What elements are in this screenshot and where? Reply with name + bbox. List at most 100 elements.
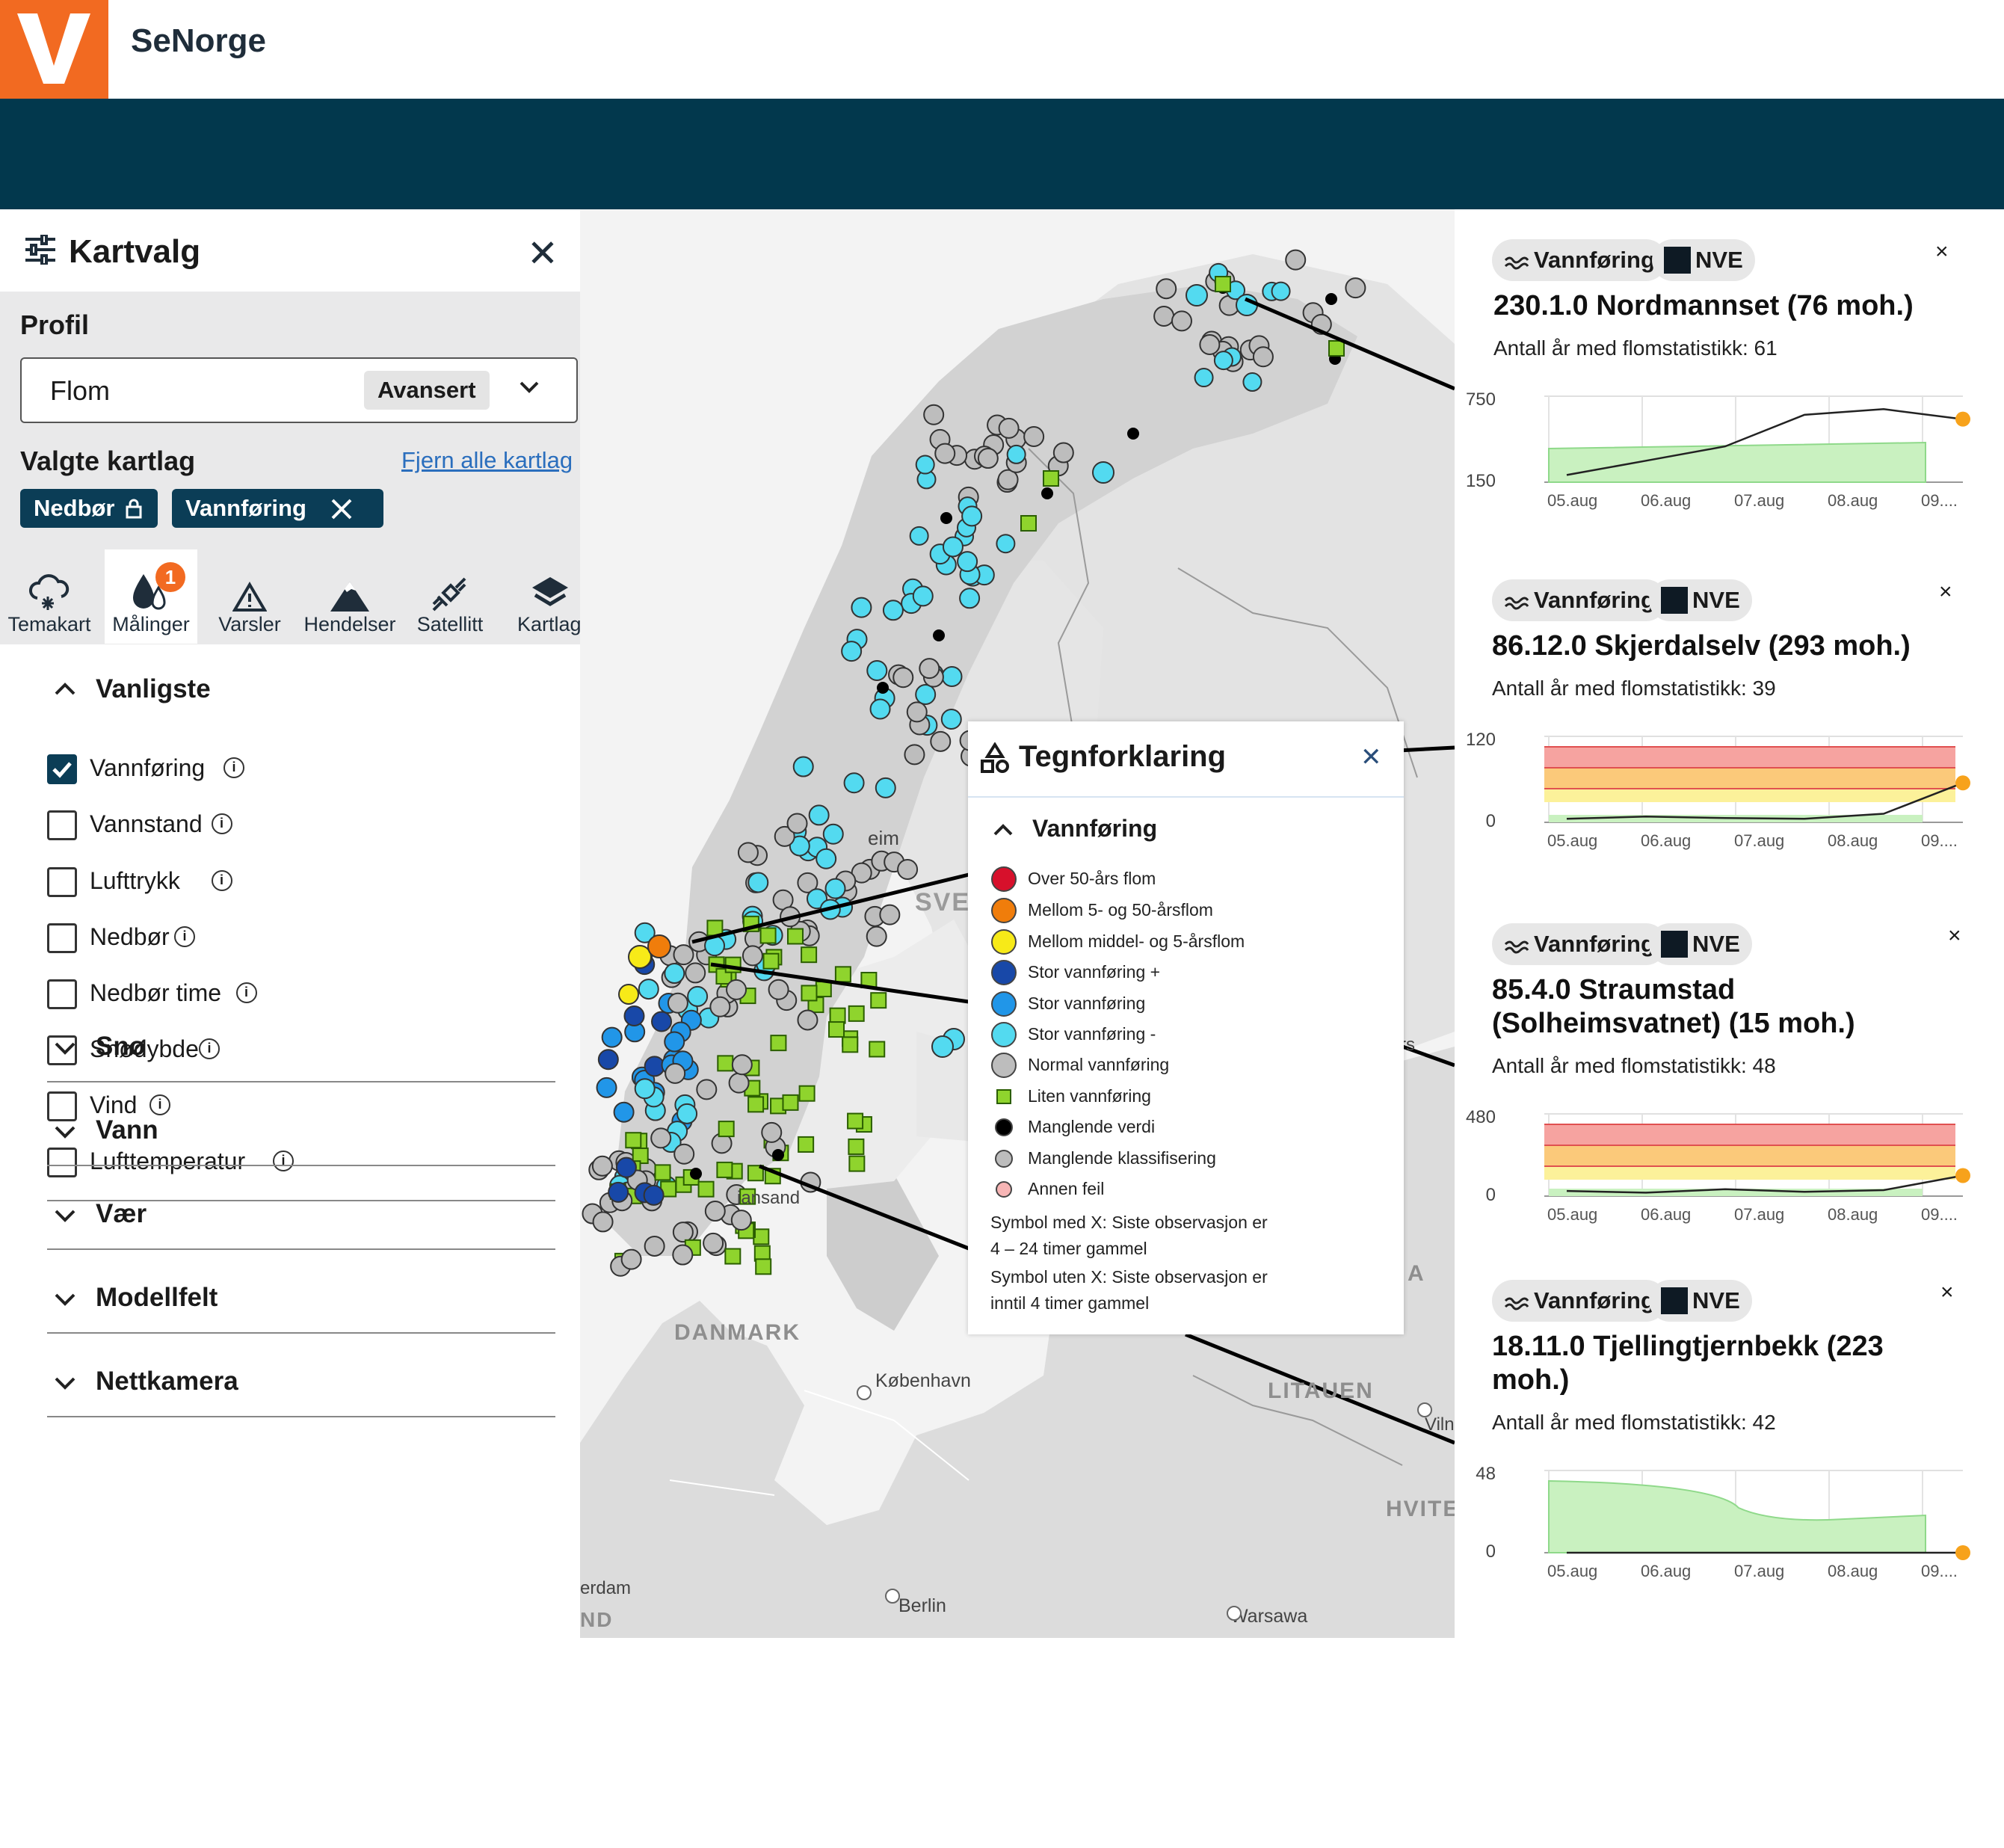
station-marker-liten[interactable] bbox=[718, 1121, 735, 1138]
station-marker-liten[interactable] bbox=[724, 1248, 742, 1265]
station-marker[interactable] bbox=[841, 641, 863, 662]
station-marker[interactable] bbox=[731, 1054, 753, 1076]
station-marker[interactable] bbox=[1285, 249, 1307, 271]
close-icon[interactable]: ✕ bbox=[527, 232, 558, 275]
section-2[interactable]: Vær bbox=[54, 1199, 555, 1232]
station-marker[interactable] bbox=[1194, 368, 1214, 388]
station-marker[interactable] bbox=[601, 1026, 623, 1048]
station-marker[interactable] bbox=[909, 526, 929, 546]
station-marker-liten[interactable] bbox=[801, 946, 818, 964]
station-marker[interactable] bbox=[786, 813, 808, 834]
station-marker[interactable] bbox=[696, 1079, 718, 1100]
info-icon[interactable]: i bbox=[273, 1151, 294, 1171]
station-marker[interactable] bbox=[866, 925, 887, 947]
station-marker-liten[interactable] bbox=[801, 985, 818, 1002]
station-marker[interactable] bbox=[704, 1201, 726, 1222]
station-marker[interactable] bbox=[673, 1143, 695, 1165]
station-marker[interactable] bbox=[623, 1005, 645, 1026]
station-marker[interactable] bbox=[961, 505, 983, 527]
station-marker[interactable] bbox=[942, 536, 964, 558]
station-marker-missing[interactable] bbox=[940, 512, 952, 524]
station-marker[interactable] bbox=[792, 756, 814, 777]
station-marker-liten[interactable] bbox=[828, 1021, 845, 1038]
station-marker[interactable] bbox=[1023, 425, 1045, 447]
station-marker[interactable] bbox=[730, 1210, 752, 1231]
info-icon[interactable]: i bbox=[211, 870, 232, 891]
station-marker-liten[interactable] bbox=[798, 1085, 816, 1102]
station-marker[interactable] bbox=[797, 1009, 818, 1031]
station-marker[interactable] bbox=[923, 404, 945, 425]
station-marker[interactable] bbox=[869, 698, 891, 720]
option-row[interactable]: Nedbør i bbox=[47, 922, 496, 955]
station-marker-liten[interactable] bbox=[798, 1136, 815, 1153]
info-icon[interactable]: i bbox=[235, 982, 257, 1003]
station-marker-yellow[interactable] bbox=[618, 984, 639, 1005]
section-0[interactable]: Snø bbox=[54, 1032, 555, 1065]
station-marker[interactable] bbox=[808, 804, 830, 826]
close-icon[interactable]: × bbox=[1948, 923, 1961, 949]
station-marker-liten[interactable] bbox=[829, 1007, 846, 1024]
station-marker[interactable] bbox=[1271, 281, 1291, 301]
station-marker[interactable] bbox=[1186, 284, 1208, 307]
station-marker-liten[interactable] bbox=[869, 1041, 886, 1058]
tab-hendelser[interactable]: Hendelser bbox=[302, 561, 398, 636]
station-marker-liten[interactable] bbox=[1215, 276, 1231, 292]
info-icon[interactable]: i bbox=[149, 1094, 170, 1115]
station-marker-missing[interactable] bbox=[1127, 428, 1139, 440]
station-marker[interactable] bbox=[879, 904, 901, 925]
station-marker[interactable] bbox=[816, 848, 837, 869]
station-marker-liten[interactable] bbox=[1043, 470, 1059, 487]
station-marker-missing[interactable] bbox=[933, 629, 945, 641]
station-marker[interactable] bbox=[615, 1156, 637, 1178]
station-marker-missing[interactable] bbox=[772, 1149, 784, 1161]
close-icon[interactable]: × bbox=[1940, 1280, 1954, 1305]
checkbox[interactable] bbox=[47, 979, 77, 1009]
logo[interactable] bbox=[0, 0, 108, 99]
station-marker[interactable] bbox=[667, 992, 688, 1014]
checkbox[interactable] bbox=[47, 810, 77, 840]
station-marker[interactable] bbox=[687, 985, 709, 1007]
tab-kartlag[interactable]: Kartlag bbox=[502, 561, 580, 636]
station-marker[interactable] bbox=[685, 962, 706, 984]
station-marker-missing[interactable] bbox=[877, 682, 889, 694]
station-marker[interactable] bbox=[897, 858, 919, 880]
station-marker[interactable] bbox=[703, 1232, 724, 1254]
station-marker-liten[interactable] bbox=[755, 1258, 772, 1275]
close-icon[interactable]: × bbox=[1939, 579, 1952, 605]
station-marker-liten[interactable] bbox=[1020, 515, 1037, 532]
station-marker-missing[interactable] bbox=[1041, 487, 1053, 499]
station-marker[interactable] bbox=[1213, 351, 1233, 371]
station-marker[interactable] bbox=[919, 658, 940, 680]
section-4[interactable]: Nettkamera bbox=[54, 1367, 555, 1399]
station-marker[interactable] bbox=[644, 1235, 665, 1257]
close-icon[interactable]: ✕ bbox=[1360, 742, 1382, 772]
station-marker[interactable] bbox=[998, 417, 1020, 439]
station-marker[interactable] bbox=[1252, 346, 1274, 368]
close-icon[interactable] bbox=[330, 498, 354, 520]
station-marker[interactable] bbox=[620, 1248, 642, 1270]
station-marker[interactable] bbox=[597, 1049, 619, 1071]
option-row[interactable]: Nedbør time i bbox=[47, 978, 496, 1011]
latest-value-marker[interactable] bbox=[1955, 1545, 1970, 1560]
checkbox[interactable] bbox=[47, 754, 77, 784]
station-marker-liten[interactable] bbox=[782, 1094, 799, 1111]
remove-all-layers-link[interactable]: Fjern alle kartlag bbox=[401, 447, 573, 474]
latest-value-marker[interactable] bbox=[1955, 1168, 1970, 1183]
station-marker[interactable] bbox=[664, 1031, 685, 1053]
station-marker[interactable] bbox=[1052, 442, 1074, 463]
station-marker[interactable] bbox=[915, 455, 935, 475]
station-marker-liten[interactable] bbox=[848, 1005, 865, 1022]
tab-satellitt[interactable]: Satellitt bbox=[402, 561, 498, 636]
option-row[interactable]: Vannstand i bbox=[47, 809, 496, 842]
checkbox[interactable] bbox=[47, 867, 77, 897]
station-marker[interactable] bbox=[1153, 306, 1175, 327]
station-marker-liten[interactable] bbox=[625, 1132, 642, 1149]
station-marker-liten[interactable] bbox=[717, 1055, 734, 1072]
station-marker-missing[interactable] bbox=[1325, 293, 1337, 305]
tab-temakart[interactable]: Temakart bbox=[1, 561, 97, 636]
station-marker[interactable] bbox=[1171, 310, 1192, 332]
station-marker[interactable] bbox=[1156, 278, 1177, 300]
checkbox[interactable] bbox=[47, 923, 77, 953]
station-marker[interactable] bbox=[822, 823, 844, 845]
station-marker-liten[interactable] bbox=[697, 1180, 715, 1198]
